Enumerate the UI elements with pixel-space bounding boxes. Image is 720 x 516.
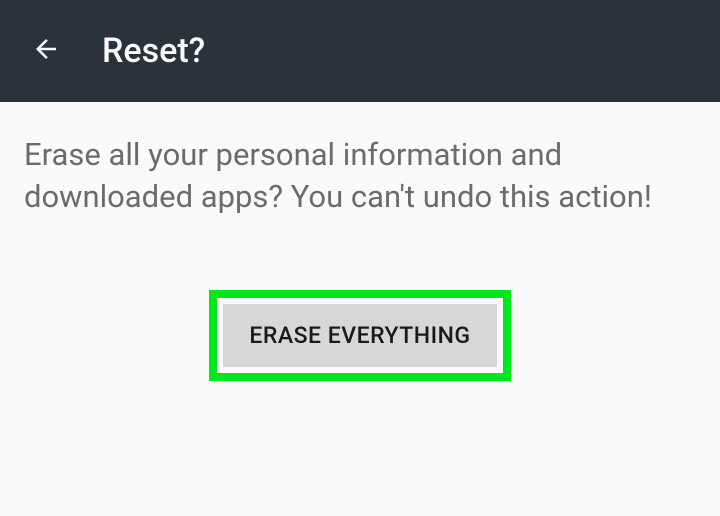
back-button[interactable] <box>30 35 62 67</box>
erase-everything-button[interactable]: ERASE EVERYTHING <box>223 304 496 367</box>
app-header: Reset? <box>0 0 720 102</box>
content-area: Erase all your personal information and … <box>0 102 720 381</box>
highlight-frame: ERASE EVERYTHING <box>209 290 510 381</box>
button-container: ERASE EVERYTHING <box>24 290 696 381</box>
arrow-back-icon <box>31 34 61 68</box>
page-title: Reset? <box>102 31 205 71</box>
warning-message: Erase all your personal information and … <box>24 134 696 218</box>
